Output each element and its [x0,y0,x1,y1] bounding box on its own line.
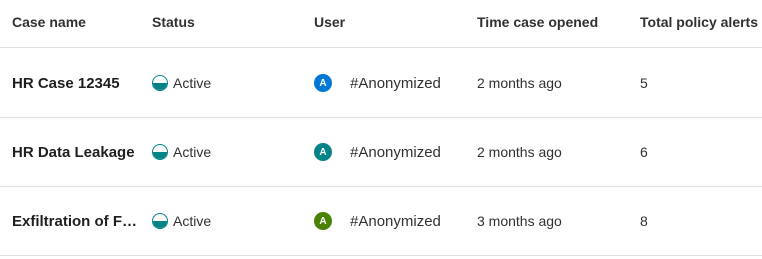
time-opened: 2 months ago [477,75,562,91]
total-alerts-cell: 8 [640,187,760,255]
total-alerts: 6 [640,144,648,160]
total-alerts: 8 [640,213,648,229]
status-badge: Active [152,144,211,160]
avatar: A [314,212,332,230]
case-name-cell[interactable]: HR Case 12345 [12,49,142,117]
case-name-cell[interactable]: Exfiltration of Files [12,187,142,255]
case-name-link[interactable]: Exfiltration of Files [12,213,140,230]
table-row[interactable]: HR Case 12345 Active A #Anonymized 2 mon… [0,49,762,118]
column-header-time-opened[interactable]: Time case opened [477,0,627,45]
half-filled-circle-icon [152,213,168,229]
time-opened-cell: 3 months ago [477,187,627,255]
user-name: #Anonymized [350,212,441,230]
case-name-link[interactable]: HR Case 12345 [12,75,140,92]
user-name: #Anonymized [350,74,441,92]
status-badge: Active [152,213,211,229]
time-opened-cell: 2 months ago [477,118,627,186]
column-header-user[interactable]: User [314,0,464,45]
status-badge: Active [152,75,211,91]
column-header-label: Status [152,13,195,30]
total-alerts-cell: 5 [640,49,760,117]
status-label: Active [173,213,212,229]
total-alerts: 5 [640,75,648,91]
status-label: Active [173,144,212,160]
case-name-link[interactable]: HR Data Leakage [12,144,140,161]
status-cell: Active [152,49,302,117]
table-row[interactable]: HR Data Leakage Active A #Anonymized 2 m… [0,118,762,187]
time-opened-cell: 2 months ago [477,49,627,117]
column-header-label: User [314,13,346,30]
half-filled-circle-icon [152,75,168,91]
user-cell: A #Anonymized [314,187,464,255]
status-cell: Active [152,187,302,255]
column-header-label: Time case opened [477,13,599,30]
time-opened: 2 months ago [477,144,562,160]
table-row[interactable]: Exfiltration of Files Active A #Anonymiz… [0,187,762,256]
half-filled-circle-icon [152,144,168,160]
avatar: A [314,74,332,92]
avatar: A [314,143,332,161]
case-name-cell[interactable]: HR Data Leakage [12,118,142,186]
user-name: #Anonymized [350,143,441,161]
status-label: Active [173,75,212,91]
column-header-total-alerts[interactable]: Total policy alerts [640,0,760,45]
column-header-case-name[interactable]: Case name [12,0,142,45]
time-opened: 3 months ago [477,213,562,229]
column-header-label: Case name [12,13,86,30]
column-header-label: Total policy alerts [640,13,758,30]
total-alerts-cell: 6 [640,118,760,186]
user-cell: A #Anonymized [314,118,464,186]
table-header: Case name Status User Time case opened T… [0,0,762,48]
user-cell: A #Anonymized [314,49,464,117]
column-header-status[interactable]: Status [152,0,302,45]
status-cell: Active [152,118,302,186]
cases-table: Case name Status User Time case opened T… [0,0,762,259]
